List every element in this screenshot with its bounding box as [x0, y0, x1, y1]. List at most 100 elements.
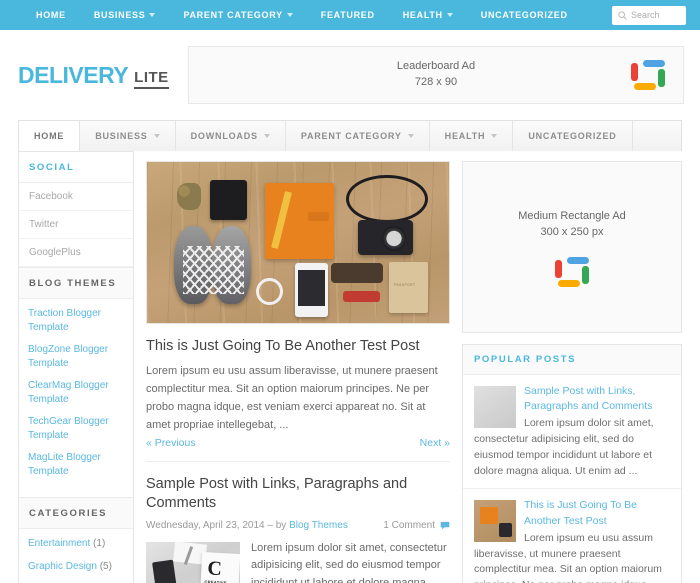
- social-item-twitter[interactable]: Twitter: [19, 211, 133, 239]
- post-title[interactable]: Sample Post with Links, Paragraphs and C…: [146, 475, 450, 511]
- mainnav-label: BUSINESS: [95, 131, 148, 141]
- search-icon: [618, 10, 627, 20]
- blog-theme-link[interactable]: TechGear Blogger Template: [28, 415, 124, 443]
- medium-rectangle-ad-text: Medium Rectangle Ad 300 x 250 px: [518, 208, 626, 241]
- leaderboard-ad[interactable]: Leaderboard Ad 728 x 90: [188, 46, 684, 104]
- site-header: DELIVERY LITE Leaderboard Ad 728 x 90: [0, 30, 700, 120]
- topnav-item-health[interactable]: HEALTH: [389, 10, 467, 20]
- post-author-link[interactable]: Blog Themes: [289, 520, 348, 531]
- category-name: Entertainment: [28, 538, 91, 549]
- category-link[interactable]: Graphic Design (5): [28, 560, 124, 574]
- phone-object: [294, 263, 329, 317]
- previous-link[interactable]: « Previous: [146, 437, 196, 449]
- social-item-googleplus[interactable]: GooglePlus: [19, 239, 133, 267]
- chevron-down-icon: [286, 13, 293, 17]
- leaderboard-ad-text: Leaderboard Ad 728 x 90: [397, 59, 475, 91]
- comment-icon: [440, 521, 450, 530]
- wallet-object: [210, 179, 247, 220]
- mainnav-item-parent-category[interactable]: PARENT CATEGORY: [286, 121, 430, 151]
- main-navigation: HOME BUSINESS DOWNLOADS PARENT CATEGORY …: [18, 120, 682, 151]
- blog-themes-list: Traction Blogger Template BlogZone Blogg…: [19, 299, 133, 497]
- camera-lens: [381, 225, 406, 252]
- phone-object: [151, 559, 177, 583]
- category-link[interactable]: Entertainment (1): [28, 537, 124, 551]
- social-item-facebook[interactable]: Facebook: [19, 183, 133, 211]
- popular-post-thumbnail[interactable]: [474, 386, 516, 428]
- blog-theme-link[interactable]: ClearMag Blogger Template: [28, 379, 124, 407]
- logo-sub-text: LITE: [134, 69, 169, 89]
- post-title[interactable]: This is Just Going To Be Another Test Po…: [146, 337, 450, 355]
- shoelaces: [183, 245, 244, 295]
- thumbnail-letter: C: [206, 557, 222, 581]
- medium-rectangle-ad[interactable]: Medium Rectangle Ad 300 x 250 px: [462, 161, 682, 333]
- phone-screen: [298, 269, 325, 306]
- google-ads-logo-icon: [631, 60, 665, 90]
- mrect-ad-line1: Medium Rectangle Ad: [518, 209, 626, 222]
- blog-theme-link[interactable]: Traction Blogger Template: [28, 307, 124, 335]
- chevron-down-icon: [153, 134, 160, 138]
- popular-post-item[interactable]: This is Just Going To Be Another Test Po…: [463, 489, 681, 583]
- post-comments-label: 1 Comment: [383, 519, 435, 531]
- chevron-down-icon: [149, 13, 156, 17]
- popular-posts-widget: POPULAR POSTS Sample Post with Links, Pa…: [462, 344, 682, 583]
- mainnav-label: DOWNLOADS: [190, 131, 258, 141]
- watch-object: [255, 277, 283, 306]
- post-by-separator: – by: [267, 519, 287, 531]
- topnav-item-parent-category[interactable]: PARENT CATEGORY: [169, 10, 306, 20]
- topnav-label: UNCATEGORIZED: [480, 10, 568, 20]
- mainnav-item-downloads[interactable]: DOWNLOADS: [176, 121, 286, 151]
- popular-post-item[interactable]: Sample Post with Links, Paragraphs and C…: [463, 375, 681, 490]
- topnav-label: HEALTH: [402, 10, 443, 20]
- leaderboard-ad-line1: Leaderboard Ad: [396, 60, 476, 73]
- post-comments[interactable]: 1 Comment: [383, 520, 450, 531]
- top-bar: HOME BUSINESS PARENT CATEGORY FEATURED H…: [0, 0, 700, 30]
- search-input[interactable]: [631, 10, 680, 20]
- popular-post-thumbnail[interactable]: [474, 500, 516, 543]
- category-name: Graphic Design: [28, 560, 97, 572]
- glasses-object: [331, 263, 383, 283]
- main-navigation-wrap: HOME BUSINESS DOWNLOADS PARENT CATEGORY …: [0, 120, 700, 151]
- blog-theme-link[interactable]: BlogZone Blogger Template: [28, 343, 124, 371]
- widget-title-blog-themes: BLOG THEMES: [19, 267, 133, 299]
- post-thumbnail[interactable]: C CREATIVE MESS: [146, 541, 240, 583]
- post-date: Wednesday, April 23, 2014: [146, 519, 265, 531]
- post-featured-image[interactable]: PASSPORT: [146, 161, 450, 324]
- top-navigation: HOME BUSINESS PARENT CATEGORY FEATURED H…: [22, 10, 612, 20]
- camera-object: [358, 219, 413, 256]
- mainnav-item-uncategorized[interactable]: UNCATEGORIZED: [513, 121, 633, 151]
- left-sidebar: SOCIAL Facebook Twitter GooglePlus BLOG …: [18, 151, 134, 583]
- mainnav-item-home[interactable]: HOME: [19, 121, 81, 151]
- main-column: PASSPORT This is Just Going To Be Anothe…: [134, 151, 462, 583]
- topnav-item-home[interactable]: HOME: [22, 10, 80, 20]
- mainnav-label: UNCATEGORIZED: [528, 131, 617, 141]
- category-count: (1): [93, 538, 106, 549]
- leaderboard-ad-line2: 728 x 90: [414, 76, 458, 88]
- topnav-label: HOME: [36, 10, 66, 20]
- google-ads-logo-icon: [555, 256, 589, 287]
- passport-object: PASSPORT: [388, 261, 428, 314]
- mrect-ad-line2: 300 x 250 px: [540, 226, 604, 238]
- search-box[interactable]: [612, 5, 686, 25]
- chevron-down-icon: [263, 134, 270, 138]
- mainnav-label: HOME: [34, 131, 65, 141]
- next-link[interactable]: Next »: [420, 437, 450, 449]
- keys-object: [177, 182, 202, 211]
- mainnav-item-business[interactable]: BUSINESS: [80, 121, 176, 151]
- chevron-down-icon: [446, 13, 453, 17]
- right-sidebar: Medium Rectangle Ad 300 x 250 px POPULAR…: [462, 151, 682, 583]
- thumbnail-creative-text: CREATIVE: [203, 579, 227, 583]
- chevron-down-icon: [491, 134, 498, 138]
- notebook-strap: [307, 211, 329, 221]
- passport-label: PASSPORT: [394, 283, 416, 288]
- topnav-item-uncategorized[interactable]: UNCATEGORIZED: [467, 10, 582, 20]
- page-content: SOCIAL Facebook Twitter GooglePlus BLOG …: [0, 151, 700, 583]
- mainnav-label: PARENT CATEGORY: [300, 131, 402, 141]
- post-excerpt: Lorem ipsum eu usu assum liberavisse, ut…: [146, 365, 438, 431]
- topnav-item-featured[interactable]: FEATURED: [307, 10, 389, 20]
- widget-title-categories: CATEGORIES: [19, 497, 133, 529]
- creative-mess-card: C CREATIVE MESS: [199, 552, 240, 583]
- mainnav-item-health[interactable]: HEALTH: [430, 121, 514, 151]
- site-logo[interactable]: DELIVERY LITE: [18, 62, 188, 89]
- topnav-item-business[interactable]: BUSINESS: [80, 10, 170, 20]
- blog-theme-link[interactable]: MagLite Blogger Template: [28, 451, 124, 479]
